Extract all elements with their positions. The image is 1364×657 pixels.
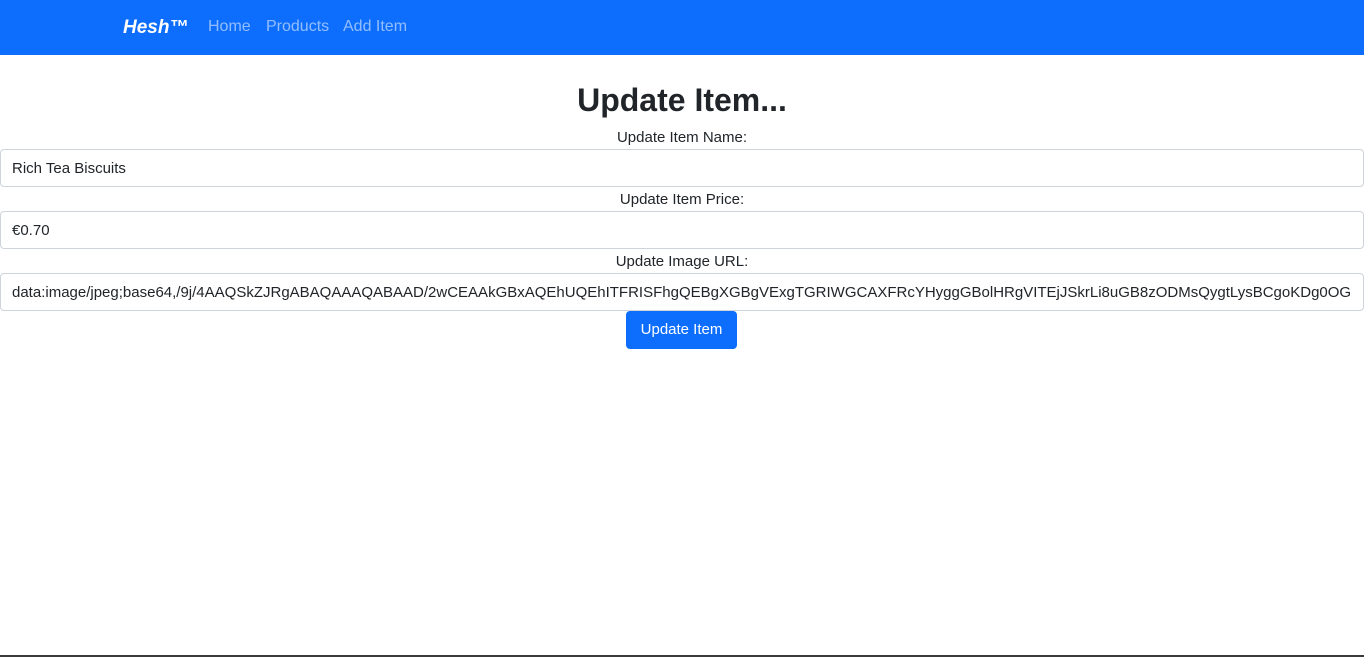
image-url-input[interactable] xyxy=(0,273,1364,311)
page-title: Update Item... xyxy=(577,82,787,118)
nav-link-add-item[interactable]: Add Item xyxy=(343,17,407,37)
nav-link-products[interactable]: Products xyxy=(266,17,329,37)
item-price-label: Update Item Price: xyxy=(619,191,745,208)
brand-logo[interactable]: Hesh™ xyxy=(123,16,188,40)
nav-link-home[interactable]: Home xyxy=(208,17,251,37)
top-navbar: Hesh™ Home Products Add Item xyxy=(0,0,1364,55)
item-price-input[interactable] xyxy=(0,211,1364,249)
item-name-input[interactable] xyxy=(0,149,1364,187)
image-url-label: Update Image URL: xyxy=(615,253,749,270)
item-name-label: Update Item Name: xyxy=(616,129,748,146)
update-item-button[interactable]: Update Item xyxy=(626,311,737,349)
